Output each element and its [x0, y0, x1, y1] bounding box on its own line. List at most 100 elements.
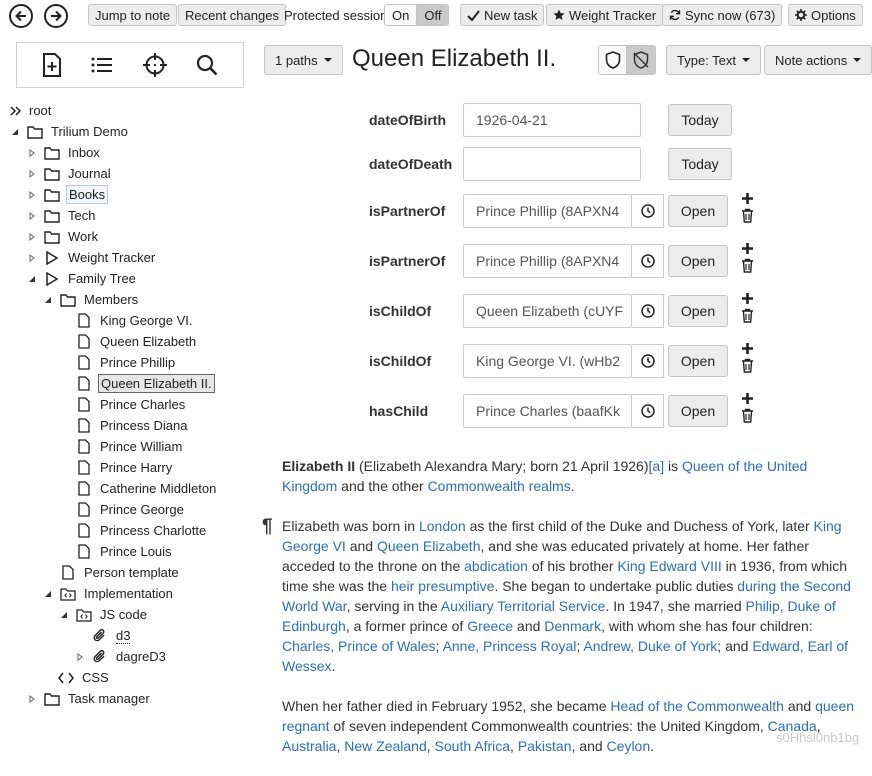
tree-item-tech[interactable]: Tech: [26, 205, 97, 226]
create-new-note-button[interactable]: [42, 53, 62, 77]
search-button[interactable]: [196, 54, 218, 76]
inline-link[interactable]: Denmark: [544, 618, 601, 634]
trash-icon[interactable]: [741, 308, 754, 323]
pilcrow-icon[interactable]: ¶: [262, 516, 273, 538]
expanded-arrow-icon[interactable]: [9, 126, 21, 138]
open-button[interactable]: Open: [668, 395, 728, 427]
tree-item-princess-diana[interactable]: Princess Diana: [76, 415, 189, 436]
tree-item-family-tree[interactable]: Family Tree: [26, 268, 138, 289]
note-content[interactable]: Elizabeth II (Elizabeth Alexandra Mary; …: [282, 456, 860, 776]
select-note-button[interactable]: [632, 294, 664, 328]
note-title[interactable]: Queen Elizabeth II.: [352, 43, 556, 75]
collapse-tree-button[interactable]: [91, 56, 113, 74]
collapsed-arrow-icon[interactable]: [26, 210, 38, 222]
inline-link[interactable]: New Zealand: [344, 738, 427, 754]
select-note-button[interactable]: [632, 344, 664, 378]
tree-item-king-george-vi[interactable]: King George VI.: [76, 310, 195, 331]
inline-link[interactable]: Auxiliary Territorial Service: [441, 598, 606, 614]
tree-item-css[interactable]: CSS: [58, 667, 111, 688]
tree-item-person-template[interactable]: Person template: [60, 562, 181, 583]
note-actions-button[interactable]: Note actions: [764, 45, 872, 75]
tree-item-prince-george[interactable]: Prince George: [76, 499, 186, 520]
tree-item-queen-elizabeth[interactable]: Queen Elizabeth: [76, 331, 198, 352]
tree-item-implementation[interactable]: Implementation: [42, 583, 175, 604]
toggle-off[interactable]: Off: [417, 5, 449, 25]
tree-item-journal[interactable]: Journal: [26, 163, 113, 184]
tree-item-task-manager[interactable]: Task manager: [26, 688, 152, 709]
protect-button[interactable]: [599, 46, 628, 74]
double-chevron-icon[interactable]: [9, 105, 21, 117]
inline-link[interactable]: Queen Elizabeth: [377, 538, 481, 554]
inline-link[interactable]: Head of the Commonwealth: [610, 698, 784, 714]
collapsed-arrow-icon[interactable]: [26, 168, 38, 180]
plus-icon[interactable]: [741, 342, 754, 355]
tree-item-work[interactable]: Work: [26, 226, 100, 247]
inline-link[interactable]: heir presumptive: [391, 578, 495, 594]
trash-icon[interactable]: [741, 208, 754, 223]
today-button[interactable]: Today: [668, 104, 732, 136]
recent-changes-button[interactable]: Recent changes: [178, 4, 286, 26]
jump-to-note-button[interactable]: Jump to note: [88, 4, 178, 26]
collapsed-arrow-icon[interactable]: [26, 252, 38, 264]
inline-link[interactable]: King Edward VIII: [617, 558, 721, 574]
inline-link[interactable]: Ceylon: [607, 738, 651, 754]
plus-icon[interactable]: [741, 292, 754, 305]
tree-item-members[interactable]: Members: [42, 289, 140, 310]
tree-item-root[interactable]: root: [9, 100, 53, 121]
weight-tracker-button[interactable]: Weight Tracker: [546, 4, 664, 26]
select-note-button[interactable]: [632, 194, 664, 228]
plus-icon[interactable]: [741, 242, 754, 255]
inline-link[interactable]: South Africa: [435, 738, 511, 754]
expanded-arrow-icon[interactable]: [26, 273, 38, 285]
inline-link[interactable]: Commonwealth realms: [428, 478, 571, 494]
attribute-value-input[interactable]: Prince Phillip (8APXN4: [463, 194, 632, 228]
open-button[interactable]: Open: [668, 295, 728, 327]
collapsed-arrow-icon[interactable]: [26, 231, 38, 243]
tree-item-princess-charlotte[interactable]: Princess Charlotte: [76, 520, 208, 541]
tree-item-inbox[interactable]: Inbox: [26, 142, 102, 163]
collapsed-arrow-icon[interactable]: [26, 693, 38, 705]
collapsed-arrow-icon[interactable]: [26, 147, 38, 159]
attribute-value-input[interactable]: [463, 147, 641, 181]
inline-link[interactable]: Charles, Prince of Wales: [282, 638, 436, 654]
tree-item-js-code[interactable]: JS code: [58, 604, 149, 625]
tree-item-queen-elizabeth-ii[interactable]: Queen Elizabeth II.: [76, 373, 215, 394]
attribute-value-input[interactable]: Prince Phillip (8APXN4: [463, 244, 632, 278]
note-paths-button[interactable]: 1 paths: [264, 45, 343, 75]
attribute-value-input[interactable]: Prince Charles (baafKk: [463, 394, 632, 428]
back-button[interactable]: [9, 4, 33, 28]
tree-item-weight-tracker[interactable]: Weight Tracker: [26, 247, 157, 268]
trash-icon[interactable]: [741, 258, 754, 273]
attribute-value-input[interactable]: 1926-04-21: [463, 103, 641, 137]
tree-item-books[interactable]: Books: [26, 184, 109, 205]
forward-button[interactable]: [44, 4, 68, 28]
tree-item-dagred3[interactable]: dagreD3: [74, 646, 168, 667]
options-button[interactable]: Options: [788, 4, 863, 26]
tree-item-prince-william[interactable]: Prince William: [76, 436, 184, 457]
trash-icon[interactable]: [741, 358, 754, 373]
new-task-button[interactable]: New task: [460, 4, 545, 26]
inline-link[interactable]: Pakistan: [518, 738, 572, 754]
scroll-to-active-button[interactable]: [142, 53, 167, 77]
open-button[interactable]: Open: [668, 345, 728, 377]
unprotect-button[interactable]: [627, 46, 655, 74]
collapsed-arrow-icon[interactable]: [74, 651, 86, 663]
select-note-button[interactable]: [632, 244, 664, 278]
toggle-on[interactable]: On: [385, 5, 418, 25]
plus-icon[interactable]: [741, 192, 754, 205]
select-note-button[interactable]: [632, 394, 664, 428]
inline-link[interactable]: Australia: [282, 738, 336, 754]
inline-link[interactable]: Anne, Princess Royal: [443, 638, 577, 654]
inline-link[interactable]: London: [419, 518, 466, 534]
tree-item-d3[interactable]: d3: [92, 625, 132, 646]
tree-item-prince-charles[interactable]: Prince Charles: [76, 394, 187, 415]
attribute-value-input[interactable]: King George VI. (wHb2: [463, 344, 632, 378]
inline-link[interactable]: [a]: [649, 458, 665, 474]
today-button[interactable]: Today: [668, 148, 732, 180]
tree-item-prince-louis[interactable]: Prince Louis: [76, 541, 174, 562]
open-button[interactable]: Open: [668, 245, 728, 277]
expanded-arrow-icon[interactable]: [42, 294, 54, 306]
trash-icon[interactable]: [741, 408, 754, 423]
tree-item-trilium-demo[interactable]: Trilium Demo: [9, 121, 130, 142]
tree-item-prince-phillip[interactable]: Prince Phillip: [76, 352, 177, 373]
